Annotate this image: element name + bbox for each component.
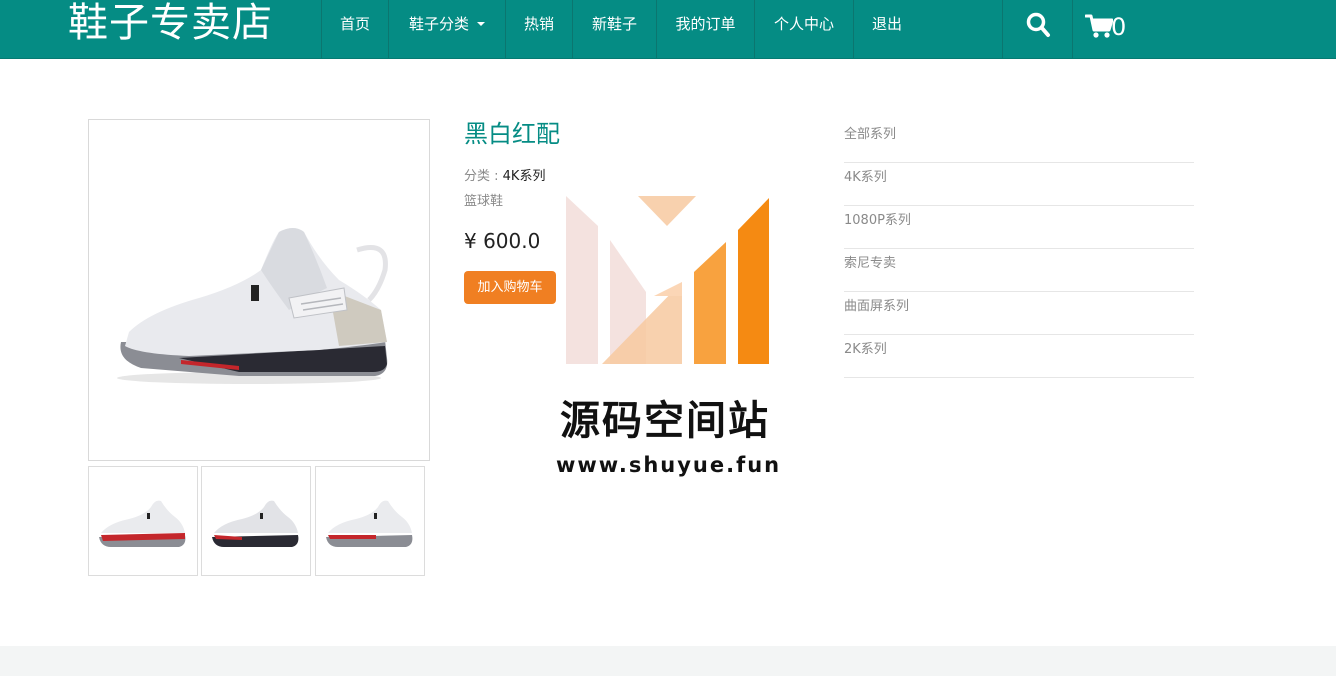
nav-home[interactable]: 首页 (322, 0, 388, 48)
nav-categories-dropdown[interactable]: 鞋子分类 (389, 0, 505, 48)
product-price: ¥ 600.0 (464, 229, 541, 253)
sidebar-item-sony[interactable]: 索尼专卖 (844, 249, 1194, 292)
watermark-logo (566, 196, 770, 366)
nav-logout[interactable]: 退出 (854, 0, 920, 48)
cart-icon[interactable] (1084, 13, 1114, 43)
top-navbar: 鞋子专卖店 首页 鞋子分类 热销 新鞋子 我的订单 个人中心 退出 0 (0, 0, 1336, 59)
nav-hot[interactable]: 热销 (506, 0, 572, 48)
watermark-name: 源码空间站 (560, 398, 770, 444)
sidebar-item-1080p[interactable]: 1080P系列 (844, 206, 1194, 249)
product-type: 篮球鞋 (464, 194, 504, 209)
sidebar-item-4k[interactable]: 4K系列 (844, 163, 1194, 206)
product-thumbnail[interactable] (201, 466, 311, 576)
product-thumbnail[interactable] (315, 466, 425, 576)
sidebar-item-all[interactable]: 全部系列 (844, 120, 1194, 163)
nav-categories-label: 鞋子分类 (408, 15, 469, 33)
sidebar-item-curved[interactable]: 曲面屏系列 (844, 292, 1194, 335)
product-category-label: 分类 : (464, 169, 503, 184)
cart-count-badge[interactable]: 0 (1111, 12, 1126, 42)
watermark-url: www.shuyue.fun (556, 453, 782, 477)
nav-divider (1072, 0, 1073, 58)
nav-divider (1002, 0, 1003, 58)
chevron-down-icon (477, 21, 485, 26)
footer (0, 646, 1336, 676)
search-icon[interactable] (1025, 11, 1051, 43)
product-title: 黑白红配 (464, 120, 560, 148)
product-thumbnail[interactable] (88, 466, 198, 576)
add-to-cart-button[interactable]: 加入购物车 (464, 271, 556, 304)
sidebar-item-2k[interactable]: 2K系列 (844, 335, 1194, 378)
nav-orders[interactable]: 我的订单 (657, 0, 754, 48)
product-main-image (88, 119, 430, 461)
product-category-value: 4K系列 (502, 169, 546, 184)
nav-profile[interactable]: 个人中心 (755, 0, 853, 48)
product-category: 分类 : 4K系列 (464, 168, 545, 186)
brand-logo[interactable]: 鞋子专卖店 (68, 0, 273, 48)
nav-new[interactable]: 新鞋子 (573, 0, 656, 48)
